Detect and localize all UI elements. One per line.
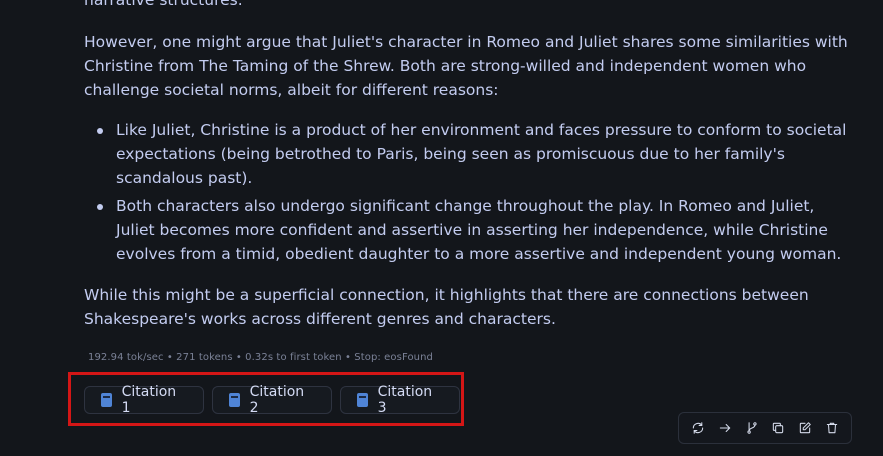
message-paragraph: However, one might argue that Juliet's c…	[84, 33, 848, 99]
continue-arrow-icon[interactable]	[714, 417, 736, 439]
list-item: Both characters also undergo significant…	[84, 194, 854, 266]
book-icon	[357, 393, 368, 407]
list-item: Like Juliet, Christine is a product of h…	[84, 118, 854, 190]
citation-button-2[interactable]: Citation 2	[212, 384, 332, 416]
bullet-list: Like Juliet, Christine is a product of h…	[84, 118, 854, 270]
book-icon	[101, 393, 112, 407]
regenerate-icon[interactable]	[687, 417, 709, 439]
delete-icon[interactable]	[821, 417, 843, 439]
generation-stats: 192.94 tok/sec • 271 tokens • 0.32s to f…	[88, 352, 433, 363]
copy-icon[interactable]	[767, 417, 789, 439]
book-icon	[229, 393, 240, 407]
message-paragraph: While this might be a superficial connec…	[84, 286, 809, 328]
bullet-dot	[97, 204, 103, 210]
bullet-dot	[97, 128, 103, 134]
list-item-text: Like Juliet, Christine is a product of h…	[116, 121, 847, 187]
list-item-text: Both characters also undergo significant…	[116, 197, 842, 263]
previous-text-fragment: narrative structures.	[84, 0, 243, 9]
citations-row: Citation 1 Citation 2 Citation 3	[84, 384, 460, 416]
message-actions-toolbar	[678, 412, 852, 444]
citation-button-1[interactable]: Citation 1	[84, 384, 204, 416]
citation-button-3[interactable]: Citation 3	[340, 384, 460, 416]
citation-label: Citation 3	[377, 384, 433, 416]
citation-label: Citation 1	[121, 384, 177, 416]
branch-icon[interactable]	[741, 417, 763, 439]
edit-icon[interactable]	[794, 417, 816, 439]
citation-label: Citation 2	[249, 384, 305, 416]
